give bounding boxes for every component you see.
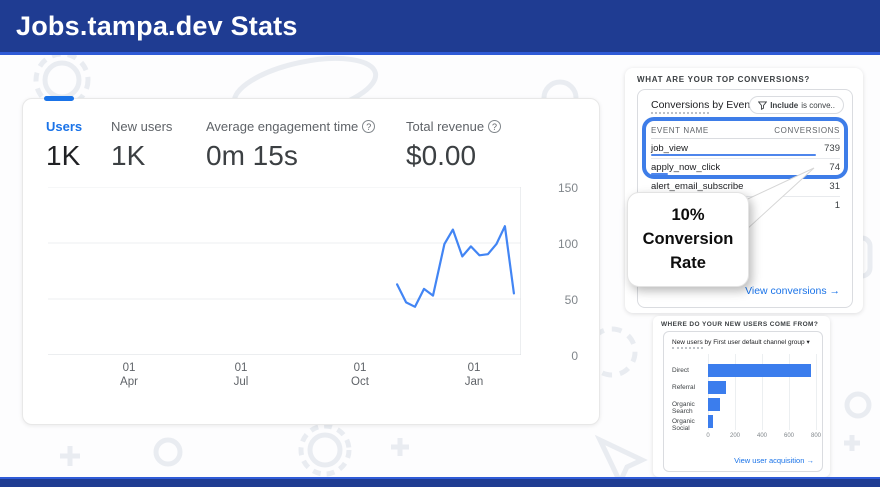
bar-direct	[708, 364, 811, 377]
metric-avg-engagement[interactable]: Average engagement time ? 0m 15s	[206, 119, 375, 172]
table-row: apply_now_click 74	[651, 159, 840, 178]
page-title: Jobs.tampa.dev Stats	[0, 0, 880, 52]
new-users-panel: WHERE DO YOUR NEW USERS COME FROM? New u…	[653, 316, 830, 477]
metric-label: Total revenue	[406, 119, 484, 134]
bar-organic-search	[708, 398, 720, 411]
bottom-accent-bar	[0, 477, 880, 487]
x-axis-tick: 01Oct	[330, 361, 390, 390]
metric-label: New users	[111, 119, 172, 134]
slide: Jobs.tampa.dev Stats Users 1K New users …	[0, 0, 880, 487]
metric-value: 1K	[111, 140, 172, 172]
x-axis-tick: 400	[752, 433, 772, 439]
metric-users[interactable]: Users 1K	[46, 119, 82, 172]
column-header-conversions[interactable]: CONVERSIONS	[774, 126, 840, 135]
metric-value: $0.00	[406, 140, 501, 172]
x-axis-tick: 200	[725, 433, 745, 439]
x-axis-tick: 01Jul	[211, 361, 271, 390]
metric-new-users[interactable]: New users 1K	[111, 119, 172, 172]
x-axis-tick: 01Apr	[99, 361, 159, 390]
acquisition-card-title[interactable]: New users by First user default channel …	[672, 338, 810, 346]
y-axis-tick: 100	[528, 237, 578, 251]
metric-value: 0m 15s	[206, 140, 375, 172]
view-user-acquisition-link[interactable]: View user acquisition →	[734, 456, 814, 465]
x-axis-tick: 0	[698, 433, 718, 439]
row-value-bar	[651, 173, 668, 176]
bar-label: Organic Search	[672, 401, 706, 415]
chevron-down-icon: ▾	[806, 339, 809, 346]
table-row: job_view 739	[651, 140, 840, 159]
panel-header: WHAT ARE YOUR TOP CONVERSIONS?	[637, 75, 810, 84]
table-header-row: EVENT NAME CONVERSIONS	[651, 123, 840, 139]
bar-referral	[708, 381, 726, 394]
top-conversions-panel: WHAT ARE YOUR TOP CONVERSIONS? Conversio…	[625, 68, 863, 313]
arrow-right-icon: →	[807, 456, 815, 465]
y-axis-tick: 150	[528, 181, 578, 195]
question-circle-icon[interactable]: ?	[488, 120, 501, 133]
bar-organic-social	[708, 415, 713, 428]
gridline	[816, 354, 817, 430]
row-value-bar	[651, 154, 816, 157]
x-axis-tick: 600	[779, 433, 799, 439]
metric-total-revenue[interactable]: Total revenue ? $0.00	[406, 119, 501, 172]
y-axis-tick: 50	[528, 293, 578, 307]
filter-chip[interactable]: Include is conve..	[749, 96, 844, 114]
column-header-event-name[interactable]: EVENT NAME	[651, 126, 709, 135]
panel-header: WHERE DO YOUR NEW USERS COME FROM?	[661, 321, 818, 328]
metric-label: Average engagement time	[206, 119, 358, 134]
arrow-right-icon: →	[830, 285, 841, 297]
x-axis-tick: 800	[806, 433, 826, 439]
bar-label: Organic Social	[672, 418, 706, 432]
analytics-overview-card: Users 1K New users 1K Average engagement…	[22, 98, 600, 425]
metric-value: 1K	[46, 140, 82, 172]
view-conversions-link[interactable]: View conversions →	[745, 285, 840, 297]
y-axis-tick: 0	[528, 349, 578, 363]
users-series-line	[397, 226, 514, 307]
conversion-rate-callout: 10% Conversion Rate	[627, 192, 749, 287]
bar-label: Direct	[672, 367, 706, 374]
title-bar: Jobs.tampa.dev Stats	[0, 0, 880, 55]
bar-label: Referral	[672, 384, 706, 391]
x-axis-tick: 01Jan	[444, 361, 504, 390]
active-metric-indicator	[44, 96, 74, 101]
acquisition-card: New users by First user default channel …	[663, 331, 823, 472]
question-circle-icon[interactable]: ?	[362, 120, 375, 133]
metric-label: Users	[46, 119, 82, 134]
funnel-icon	[758, 101, 767, 110]
users-line-chart	[48, 187, 521, 355]
